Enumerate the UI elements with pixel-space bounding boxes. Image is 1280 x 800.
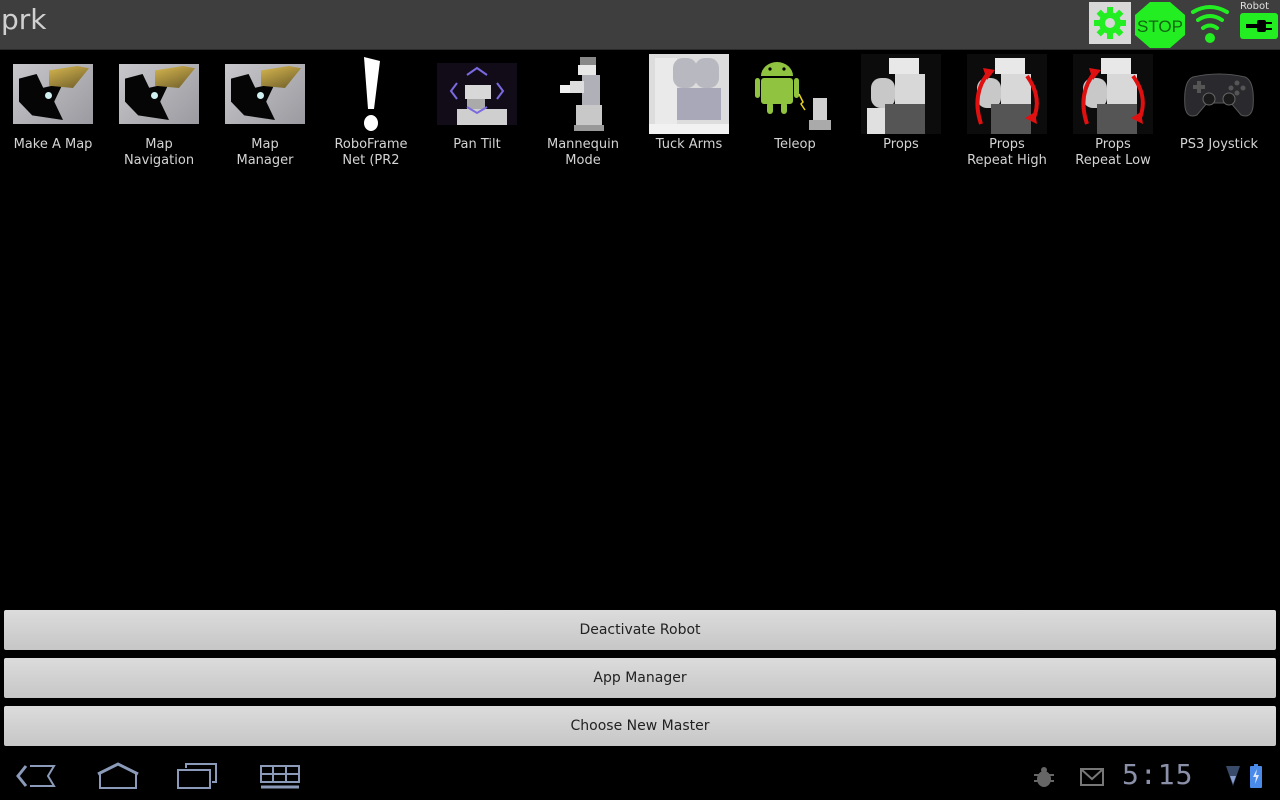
app-props-repeat-high[interactable]: Props Repeat High bbox=[954, 54, 1060, 169]
app-label: Tuck Arms bbox=[655, 137, 723, 152]
pan-tilt-robot-icon bbox=[437, 63, 517, 125]
exclamation-icon bbox=[364, 57, 380, 131]
battery-status bbox=[1250, 764, 1262, 792]
app-label: RoboFrame Net (PR2 bbox=[334, 137, 408, 168]
app-label: Pan Tilt bbox=[453, 137, 501, 152]
props-repeat-icon bbox=[967, 54, 1047, 134]
app-teleop[interactable]: Teleop bbox=[742, 54, 848, 169]
app-map-manager[interactable]: Map Manager bbox=[212, 54, 318, 169]
clock: 5:15 bbox=[1122, 758, 1194, 791]
app-mannequin-mode[interactable]: Mannequin Mode bbox=[530, 54, 636, 169]
stop-button[interactable]: STOP bbox=[1135, 2, 1185, 48]
wifi-status[interactable] bbox=[1190, 2, 1230, 46]
gamepad-icon bbox=[1184, 73, 1254, 117]
app-label: Map Navigation bbox=[123, 137, 195, 168]
app-label: Mannequin Mode bbox=[546, 137, 619, 168]
android-teleop-icon bbox=[755, 62, 831, 130]
app-grid: Make A Map Map Navigation Map Manager Ro… bbox=[0, 54, 1280, 169]
wifi-signal-icon bbox=[1226, 766, 1240, 786]
app-map-navigation[interactable]: Map Navigation bbox=[106, 54, 212, 169]
app-pan-tilt[interactable]: Pan Tilt bbox=[424, 54, 530, 169]
home-button[interactable] bbox=[96, 762, 140, 794]
stop-sign-icon: STOP bbox=[1135, 2, 1185, 48]
app-roboframe-net[interactable]: RoboFrame Net (PR2 bbox=[318, 54, 424, 169]
signal-status bbox=[1226, 764, 1240, 792]
wifi-icon bbox=[1191, 5, 1229, 43]
battery-charging-icon bbox=[1250, 764, 1262, 788]
app-label: Map Manager bbox=[236, 137, 294, 168]
tuck-arms-robot-icon bbox=[649, 54, 729, 134]
robot-power-status[interactable] bbox=[1240, 13, 1278, 39]
app-props[interactable]: Props bbox=[848, 54, 954, 169]
app-make-a-map[interactable]: Make A Map bbox=[0, 54, 106, 169]
app-label: Props Repeat Low bbox=[1075, 137, 1151, 168]
back-icon bbox=[16, 765, 56, 787]
choose-new-master-button[interactable]: Choose New Master bbox=[4, 706, 1276, 746]
app-label: PS3 Joystick bbox=[1179, 137, 1259, 152]
app-ps3-joystick[interactable]: PS3 Joystick bbox=[1166, 54, 1272, 169]
mail-icon bbox=[1080, 768, 1104, 786]
mannequin-robot-icon bbox=[560, 57, 604, 131]
home-icon bbox=[97, 762, 139, 789]
robot-name-title: prk bbox=[1, 3, 47, 36]
app-label: Props bbox=[883, 137, 919, 152]
title-bar: prk STOP Robot bbox=[0, 0, 1280, 50]
deactivate-robot-button[interactable]: Deactivate Robot bbox=[4, 610, 1276, 650]
gear-icon bbox=[1094, 7, 1126, 39]
settings-button[interactable] bbox=[1089, 2, 1131, 44]
gmail-notification[interactable] bbox=[1080, 768, 1104, 790]
recent-apps-icon bbox=[177, 763, 217, 789]
stop-label: STOP bbox=[1137, 17, 1183, 36]
map-icon bbox=[13, 64, 93, 124]
app-label: Make A Map bbox=[13, 137, 93, 152]
grid-menu-icon bbox=[260, 765, 300, 789]
app-tuck-arms[interactable]: Tuck Arms bbox=[636, 54, 742, 169]
recent-apps-button[interactable] bbox=[176, 762, 218, 794]
app-label: Props Repeat High bbox=[967, 137, 1047, 168]
debug-bug-icon bbox=[1034, 767, 1054, 787]
app-label: Teleop bbox=[774, 137, 816, 152]
props-repeat-icon bbox=[1073, 54, 1153, 134]
map-icon bbox=[225, 64, 305, 124]
system-bar bbox=[0, 752, 1280, 800]
app-props-repeat-low[interactable]: Props Repeat Low bbox=[1060, 54, 1166, 169]
app-drawer-button[interactable] bbox=[258, 762, 302, 794]
usb-debugging-notification[interactable] bbox=[1032, 766, 1056, 792]
app-manager-button[interactable]: App Manager bbox=[4, 658, 1276, 698]
power-plug-icon bbox=[1246, 20, 1272, 32]
props-robot-icon bbox=[861, 54, 941, 134]
back-button[interactable] bbox=[16, 762, 58, 794]
map-icon bbox=[119, 64, 199, 124]
robot-status-label: Robot bbox=[1240, 1, 1270, 12]
